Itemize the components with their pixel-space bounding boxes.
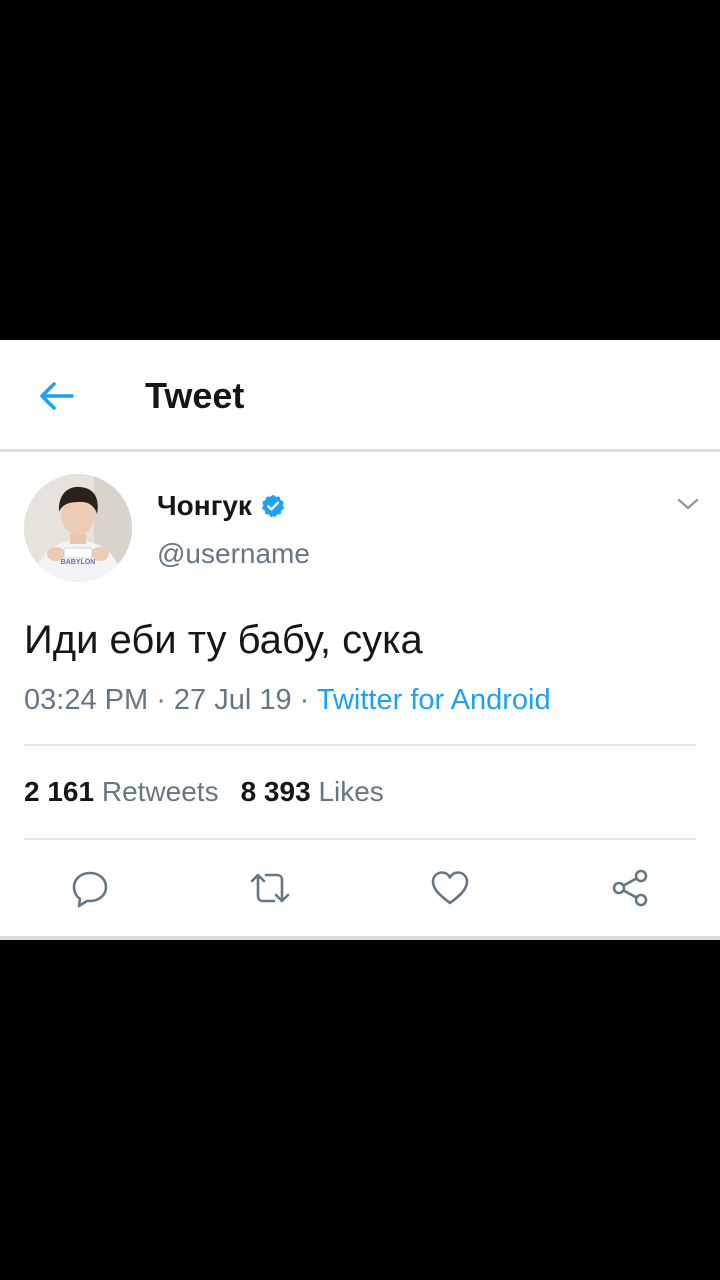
meta-separator-2: · (291, 684, 317, 716)
divider (24, 744, 696, 746)
avatar-photo: BABYLON (24, 474, 132, 582)
retweet-icon (250, 873, 290, 903)
tweet-date: 27 Jul 19 (173, 684, 292, 716)
retweets-label: Retweets (101, 776, 219, 807)
like-button[interactable] (426, 864, 474, 912)
screen: Tweet BABYLON Чонгук @username Иди еби т… (0, 0, 720, 1280)
meta-separator: · (148, 684, 174, 716)
likes-count: 8 393 (240, 776, 311, 807)
retweet-button[interactable] (246, 864, 294, 912)
back-button[interactable] (30, 376, 82, 416)
verified-badge-icon (261, 494, 285, 518)
card-bottom-border (0, 936, 720, 940)
avatar-shirt-text: BABYLON (61, 559, 96, 566)
divider (24, 838, 696, 840)
author-handle[interactable]: @username (157, 538, 310, 570)
avatar[interactable]: BABYLON (24, 474, 132, 582)
tweet-metadata: 03:24 PM · 27 Jul 19 · Twitter for Andro… (24, 680, 551, 720)
likes-stat[interactable]: 8 393 Likes (241, 776, 384, 807)
tweet-source-link[interactable]: Twitter for Android (317, 684, 551, 716)
tweet-options-button[interactable] (672, 490, 704, 518)
engagement-stats: 2 161 Retweets 8 393 Likes (24, 772, 384, 812)
author-display-name[interactable]: Чонгук (157, 490, 252, 522)
retweets-stat[interactable]: 2 161 Retweets (24, 776, 219, 807)
author-name-row: Чонгук (157, 488, 286, 524)
tweet-detail-view: Tweet BABYLON Чонгук @username Иди еби т… (0, 340, 720, 940)
chevron-down-icon (677, 498, 699, 510)
arrow-left-icon (40, 382, 74, 410)
tweet-time: 03:24 PM (24, 684, 149, 716)
reply-button[interactable] (66, 864, 114, 912)
share-button[interactable] (606, 864, 654, 912)
share-icon (612, 869, 648, 907)
heart-icon (431, 871, 469, 905)
likes-label: Likes (318, 776, 384, 807)
top-app-bar: Tweet (0, 340, 720, 452)
tweet-text: Иди еби ту бабу, сука (24, 618, 423, 662)
reply-icon (72, 871, 108, 908)
retweets-count: 2 161 (24, 776, 95, 807)
page-title: Tweet (145, 375, 245, 416)
